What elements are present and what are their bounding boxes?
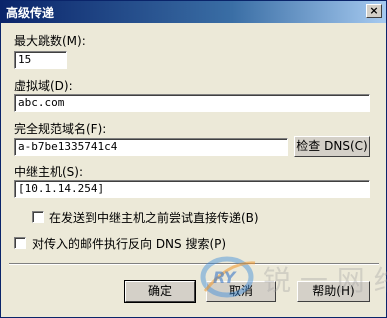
smart-host-input[interactable]: [10.1.14.254] [14,180,370,198]
fqdn-input[interactable]: a-b7be1335741c4 [14,138,288,156]
reverse-dns-label[interactable]: 对传入的邮件执行反向 DNS 搜索(P) [32,235,226,252]
direct-delivery-label[interactable]: 在发送到中继主机之前尝试直接传递(B) [49,209,259,226]
separator [9,263,379,265]
direct-delivery-checkbox[interactable] [32,211,44,223]
ok-button[interactable]: 确定 [124,280,196,303]
reverse-dns-checkbox[interactable] [14,237,26,249]
cancel-button[interactable]: 取消 [206,281,276,302]
max-hops-input[interactable]: 15 [14,51,67,69]
close-button[interactable]: × [366,4,382,18]
virtual-domain-input[interactable]: abc.com [14,94,370,112]
check-dns-button[interactable]: 检查 DNS(C) [294,136,370,157]
help-button[interactable]: 帮助(H) [297,281,370,302]
advanced-delivery-dialog: 高级传递 × 最大跳数(M): 15 虚拟域(D): abc.com 完全规范域… [0,0,387,318]
dialog-title: 高级传递 [6,6,55,20]
max-hops-label: 最大跳数(M): [14,34,86,48]
fqdn-label: 完全规范域名(F): [14,122,107,136]
title-bar[interactable]: 高级传递 × [1,1,386,23]
smart-host-label: 中继主机(S): [14,165,84,179]
virtual-domain-label: 虚拟域(D): [14,79,73,93]
